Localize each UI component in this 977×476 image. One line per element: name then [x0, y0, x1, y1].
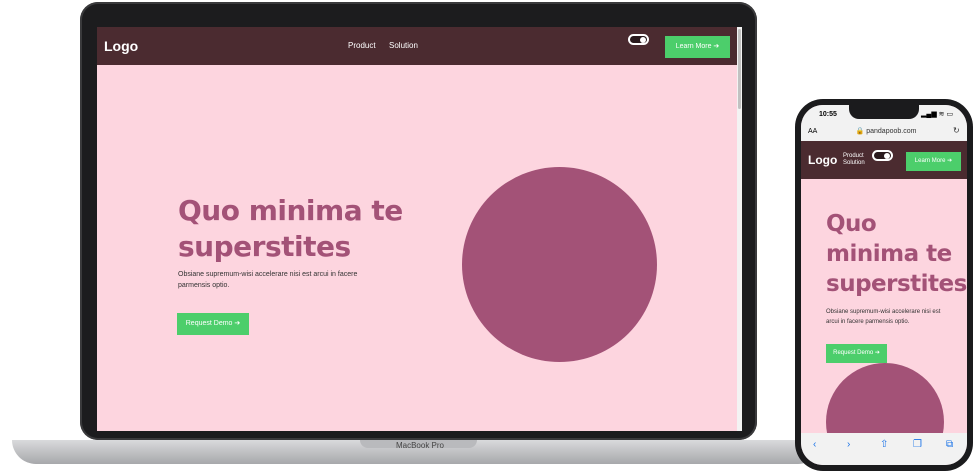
request-demo-button[interactable]: Request Demo ➔ — [177, 313, 249, 335]
laptop-navbar: Logo Product Solution Learn More ➔ — [97, 27, 737, 65]
laptop-screen: Logo Product Solution Learn More ➔ Quo m… — [97, 27, 742, 431]
signal-wifi-battery-icon: ▂▄▆ ≋ ▭ — [921, 111, 954, 118]
nav-link-product[interactable]: Product — [843, 153, 864, 159]
nav-link-solution[interactable]: Solution — [843, 160, 865, 166]
hero-body-text: Obsiane supremum-wisi accelerare nisi es… — [178, 271, 358, 289]
request-demo-button[interactable]: Request Demo ➔ — [826, 344, 887, 363]
hero-headline-line: minima te — [826, 241, 952, 267]
phone-screen: 10:55 ▂▄▆ ≋ ▭ AA 🔒 pandapoob.com ↻ Logo … — [801, 105, 967, 465]
logo[interactable]: Logo — [104, 38, 138, 54]
toggle-knob — [884, 153, 890, 159]
toggle-knob — [640, 37, 646, 43]
nav-link-solution[interactable]: Solution — [389, 41, 418, 50]
hero-body-text: Obsiane supremum-wisi accelerare nisi es… — [826, 309, 941, 325]
hero-headline-line: superstites — [826, 271, 967, 297]
hero-headline-line: Quo minima te — [178, 194, 403, 227]
theme-toggle[interactable] — [628, 34, 649, 45]
url-text[interactable]: 🔒 pandapoob.com — [851, 127, 921, 135]
back-icon[interactable]: ‹ — [813, 439, 816, 450]
bookmarks-icon[interactable]: ❐ — [913, 439, 922, 450]
forward-icon[interactable]: › — [847, 439, 850, 450]
hero-headline-line: superstites — [178, 230, 351, 263]
reload-icon[interactable]: ↻ — [953, 126, 960, 135]
hero-headline-line: Quo — [826, 211, 877, 237]
nav-link-product[interactable]: Product — [348, 41, 376, 50]
logo[interactable]: Logo — [808, 153, 837, 167]
scrollbar-thumb[interactable] — [738, 29, 741, 109]
phone-notch — [849, 105, 919, 119]
learn-more-button[interactable]: Learn More ➔ — [906, 152, 961, 171]
hero-headline: Quo minima te superstites — [826, 209, 967, 299]
tabs-icon[interactable]: ⧉ — [946, 439, 953, 450]
theme-toggle[interactable] — [872, 150, 893, 161]
hero-circle-graphic — [462, 167, 657, 362]
hero-headline: Quo minima te superstites — [178, 193, 418, 265]
share-icon[interactable]: ⇧ — [880, 439, 888, 450]
status-time: 10:55 — [819, 111, 837, 118]
reader-aa-button[interactable]: AA — [808, 128, 817, 135]
learn-more-button[interactable]: Learn More ➔ — [665, 36, 730, 58]
device-label: MacBook Pro — [395, 441, 445, 450]
